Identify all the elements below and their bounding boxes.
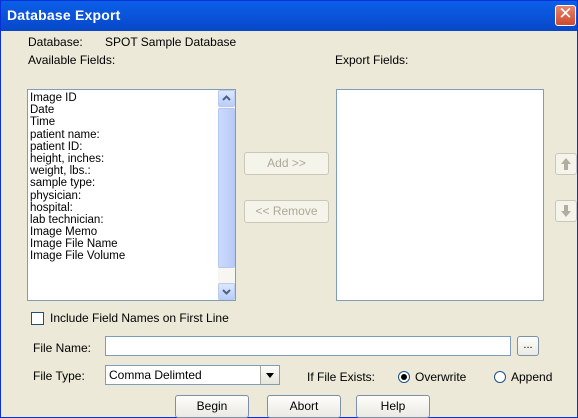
- chevron-up-icon: [222, 95, 231, 101]
- list-item[interactable]: lab technician:: [28, 214, 235, 226]
- overwrite-radio[interactable]: [398, 371, 410, 383]
- include-field-names-label: Include Field Names on First Line: [50, 311, 229, 325]
- database-export-dialog: Database Export ✕ Database: SPOT Sample …: [0, 0, 578, 418]
- scroll-up-button[interactable]: [218, 90, 235, 107]
- browse-button[interactable]: ...: [517, 336, 539, 356]
- database-value: SPOT Sample Database: [105, 35, 237, 49]
- list-item[interactable]: height, inches:: [28, 153, 235, 165]
- arrow-up-icon: [561, 158, 571, 170]
- move-up-button[interactable]: [555, 153, 577, 175]
- scroll-down-button[interactable]: [218, 283, 235, 300]
- include-field-names-checkbox[interactable]: [31, 312, 44, 325]
- arrow-down-icon: [561, 205, 571, 217]
- title-bar: Database Export ✕: [1, 1, 577, 31]
- file-type-value: Comma Delimted: [109, 368, 202, 382]
- close-button[interactable]: ✕: [555, 4, 576, 26]
- file-type-label: File Type:: [33, 369, 85, 383]
- database-label: Database:: [28, 35, 83, 49]
- list-item[interactable]: patient name:: [28, 129, 235, 141]
- list-item[interactable]: Image File Volume: [28, 250, 235, 262]
- file-name-input[interactable]: [105, 336, 511, 356]
- list-item[interactable]: Date: [28, 104, 235, 116]
- radio-selected-dot: [401, 374, 407, 380]
- begin-button[interactable]: Begin: [175, 395, 249, 418]
- scroll-thumb[interactable]: [218, 108, 235, 268]
- list-item[interactable]: physician:: [28, 190, 235, 202]
- list-item[interactable]: hospital:: [28, 202, 235, 214]
- append-radio[interactable]: [494, 371, 506, 383]
- overwrite-label: Overwrite: [415, 370, 467, 384]
- available-fields-list[interactable]: Image ID Date Time patient name: patient…: [27, 89, 236, 301]
- close-icon: ✕: [558, 4, 573, 24]
- move-down-button[interactable]: [555, 200, 577, 222]
- abort-button[interactable]: Abort: [267, 395, 341, 418]
- export-fields-list[interactable]: [336, 89, 544, 301]
- list-item[interactable]: sample type:: [28, 177, 235, 189]
- available-fields-label: Available Fields:: [28, 53, 116, 67]
- window-title: Database Export: [7, 7, 121, 23]
- chevron-down-icon: [266, 373, 274, 378]
- dropdown-button[interactable]: [260, 366, 279, 384]
- add-button[interactable]: Add >>: [244, 152, 329, 175]
- chevron-down-icon: [222, 289, 231, 295]
- list-item[interactable]: weight, lbs.:: [28, 165, 235, 177]
- file-type-select[interactable]: Comma Delimted: [105, 365, 280, 385]
- list-item[interactable]: Time: [28, 116, 235, 128]
- file-name-label: File Name:: [33, 341, 92, 355]
- export-fields-label: Export Fields:: [335, 53, 409, 67]
- list-item[interactable]: patient ID:: [28, 141, 235, 153]
- append-label: Append: [511, 370, 553, 384]
- help-button[interactable]: Help: [356, 395, 430, 418]
- list-item[interactable]: Image File Name: [28, 238, 235, 250]
- remove-button[interactable]: << Remove: [244, 200, 329, 223]
- available-fields-scrollbar[interactable]: [218, 90, 235, 300]
- if-file-exists-label: If File Exists:: [307, 370, 376, 384]
- list-item[interactable]: Image ID: [28, 92, 235, 104]
- list-item[interactable]: Image Memo: [28, 226, 235, 238]
